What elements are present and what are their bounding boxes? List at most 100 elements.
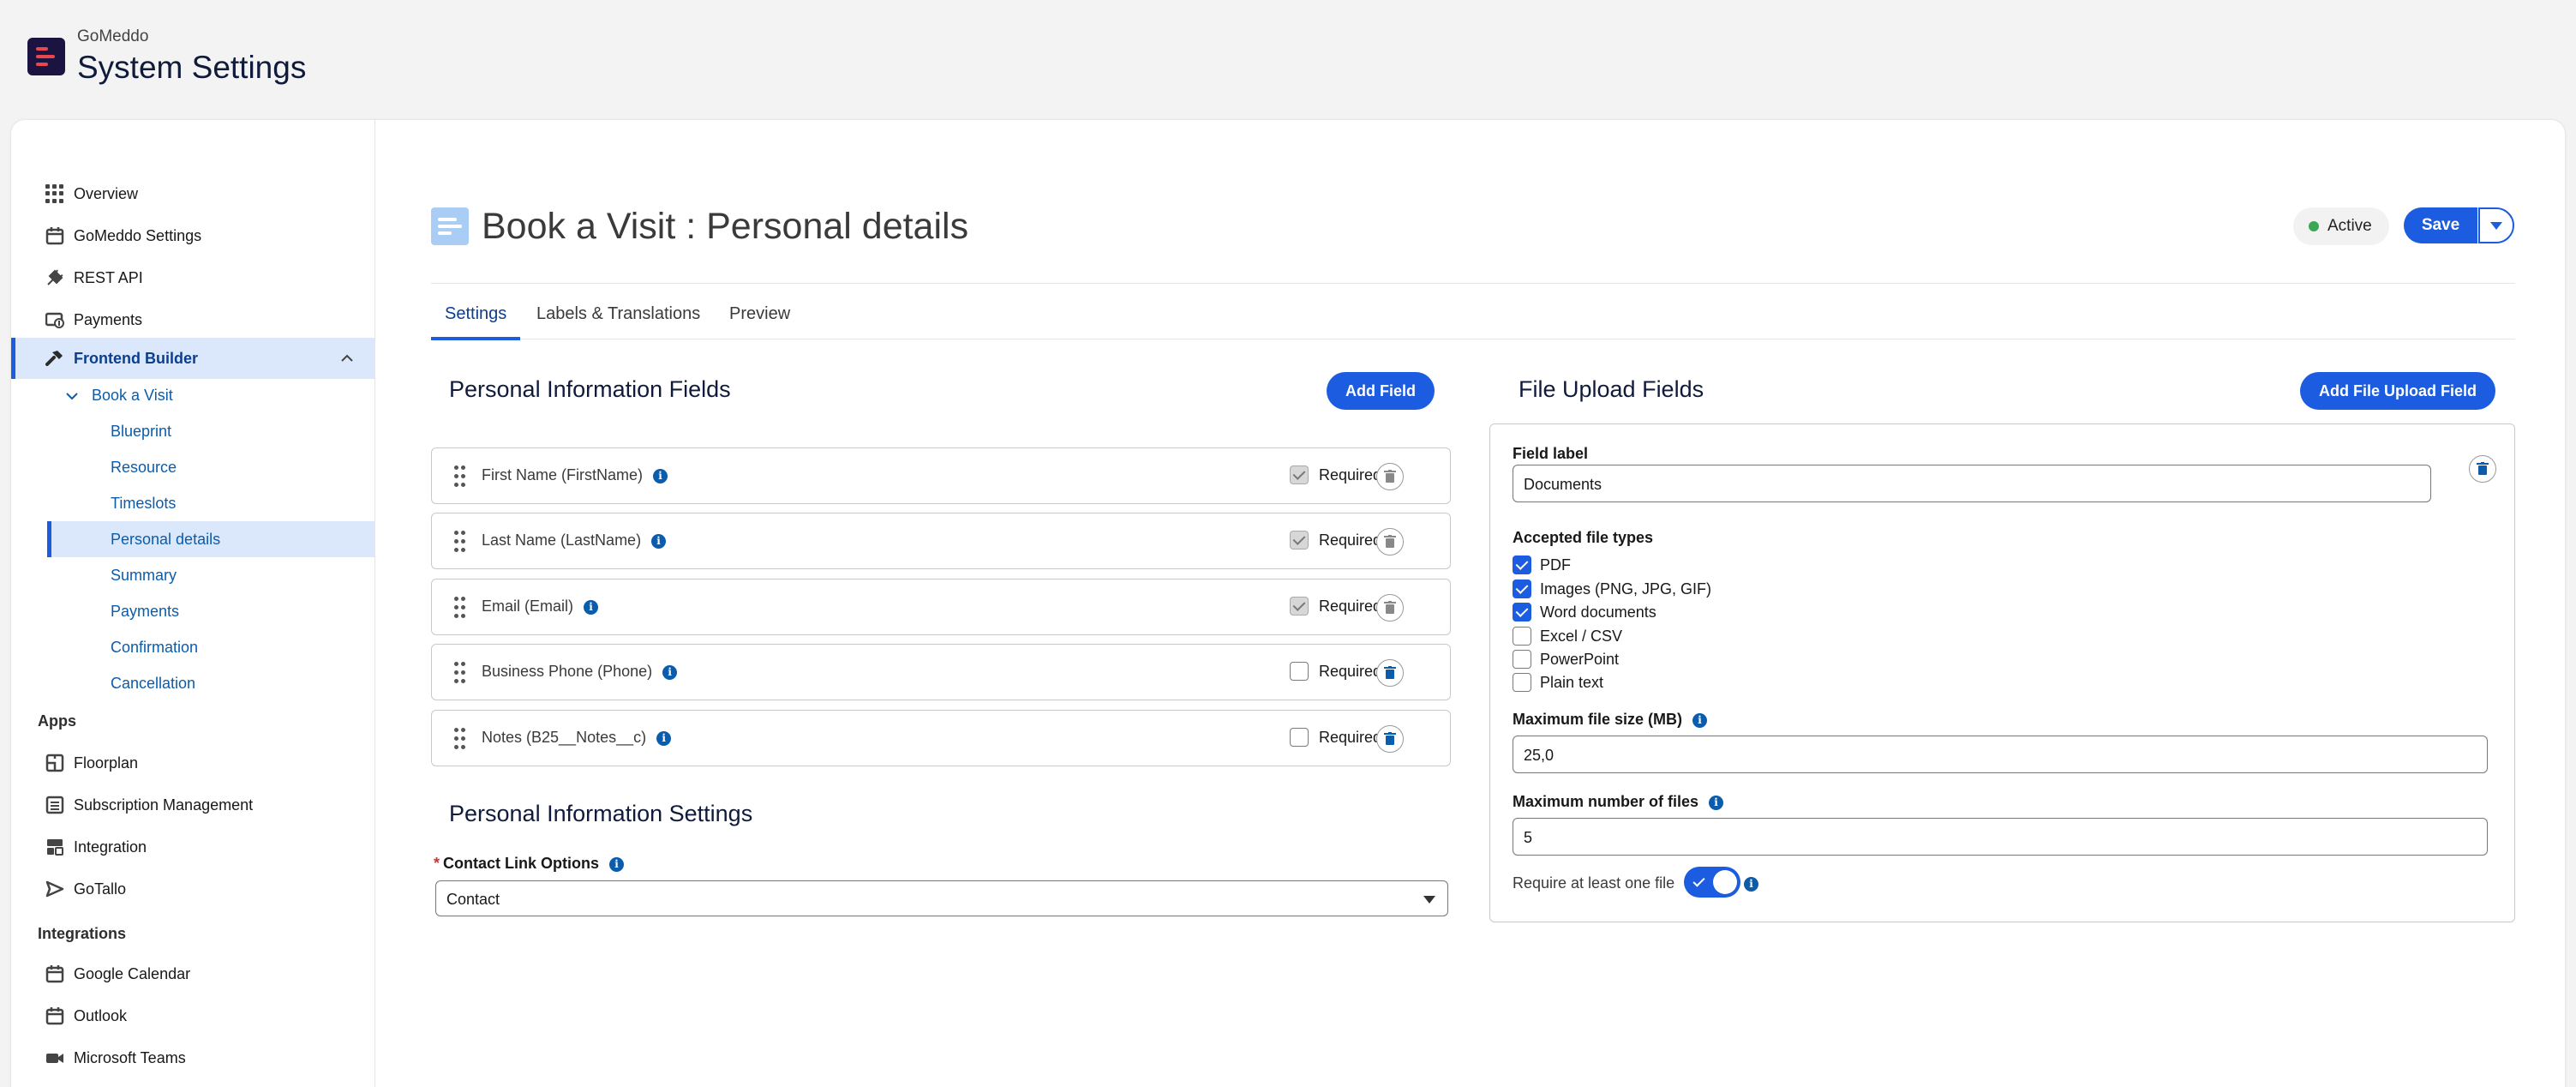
sidebar-item-integration[interactable]: Integration [11,826,375,868]
save-button[interactable]: Save [2404,207,2477,243]
delete-field-button[interactable] [1376,594,1404,622]
required-checkbox[interactable] [1290,531,1309,550]
required-checkbox[interactable] [1290,465,1309,484]
sidebar-item-outlook[interactable]: Outlook [11,995,375,1036]
checkbox[interactable] [1513,580,1531,598]
sidebar-item-blueprint[interactable]: Blueprint [11,413,375,449]
delete-field-button[interactable] [1376,528,1404,556]
sidebar-item-frontend-builder[interactable]: Frontend Builder [11,338,375,379]
contact-link-label: * Contact Link Options i [434,855,625,873]
required-label: Required [1319,531,1382,549]
trash-icon [1384,535,1396,548]
sidebar-item-timeslots[interactable]: Timeslots [11,485,375,521]
tab-labels-translations[interactable]: Labels & Translations [536,288,700,339]
info-icon[interactable]: i [651,533,667,549]
delete-field-button[interactable] [1376,725,1404,753]
checkbox[interactable] [1513,673,1531,692]
checkbox[interactable] [1513,556,1531,574]
chevron-up-icon[interactable] [339,351,355,366]
sidebar-item-payments-sub[interactable]: Payments [11,593,375,629]
delete-upload-field-button[interactable] [2469,455,2496,483]
required-checkbox[interactable] [1290,662,1309,681]
drag-handle-icon[interactable] [454,465,466,488]
sidebar-item-confirmation[interactable]: Confirmation [11,629,375,665]
field-name: Notes (B25__Notes__c) i [482,729,672,747]
required-checkbox[interactable] [1290,597,1309,616]
sidebar-item-payments[interactable]: Payments [11,299,375,340]
sidebar-item-overview[interactable]: Overview [11,173,375,214]
status-badge: Active [2293,207,2389,245]
required-checkbox[interactable] [1290,728,1309,747]
sidebar-item-label: Timeslots [111,494,177,512]
tab-settings[interactable]: Settings [430,288,521,340]
delete-field-button[interactable] [1376,463,1404,490]
add-file-upload-field-button[interactable]: Add File Upload Field [2300,372,2495,410]
required-label: Required [1319,598,1382,615]
tab-preview[interactable]: Preview [729,288,790,339]
contact-link-select[interactable]: Contact [435,880,1448,916]
drag-handle-icon[interactable] [454,728,466,750]
trash-icon [1384,666,1396,679]
info-icon[interactable]: i [609,856,625,872]
status-dot-icon [2309,221,2319,231]
field-name-text: Business Phone (Phone) [482,663,653,680]
info-icon[interactable]: i [584,599,599,615]
file-type-label: PowerPoint [1540,651,1620,668]
info-icon[interactable]: i [1709,795,1724,810]
sidebar-item-cancellation[interactable]: Cancellation [11,665,375,701]
sidebar-item-floorplan[interactable]: Floorplan [11,742,375,784]
tab-bar: Settings Labels & Translations Preview [430,288,2515,340]
sidebar-item-rest-api[interactable]: REST API [11,257,375,298]
max-files-label-text: Maximum number of files [1513,793,1699,810]
sidebar-item-subscription-management[interactable]: Subscription Management [11,784,375,826]
sidebar-item-label: Confirmation [111,638,199,656]
file-type-label: PDF [1540,556,1571,574]
checkbox[interactable] [1513,627,1531,646]
sidebar-item-gomeddo-settings[interactable]: GoMeddo Settings [11,215,375,256]
field-row-phone: Business Phone (Phone) i Required [431,644,1451,700]
divider [431,283,2515,284]
field-row-notes: Notes (B25__Notes__c) i Required [431,710,1451,766]
max-files-label: Maximum number of files i [1513,793,1724,811]
field-label-input[interactable]: Documents [1513,465,2431,502]
drag-handle-icon[interactable] [454,531,466,553]
info-icon[interactable]: i [653,468,668,483]
sidebar: Overview GoMeddo Settings REST API Payme… [11,120,375,1087]
max-files-value: 5 [1524,829,1533,846]
checkbox[interactable] [1513,650,1531,669]
sidebar-item-label: Book a Visit [92,386,173,404]
sidebar-item-resource[interactable]: Resource [11,449,375,485]
trash-icon [1384,470,1396,483]
calendar-icon [45,227,64,245]
save-menu-chevron-down-icon[interactable] [2478,207,2514,243]
require-file-label: Require at least one file [1513,874,1675,892]
sidebar-item-label: Blueprint [111,422,172,440]
floorplan-icon [45,754,64,772]
drag-handle-icon[interactable] [454,597,466,619]
sidebar-item-gotallo[interactable]: GoTallo [11,868,375,910]
drag-handle-icon[interactable] [454,662,466,684]
max-file-size-label-text: Maximum file size (MB) [1513,711,1683,728]
max-file-size-input[interactable]: 25,0 [1513,736,2488,773]
sidebar-item-label: GoTallo [74,880,127,898]
require-file-toggle[interactable] [1684,867,1740,898]
chevron-down-icon[interactable] [65,389,79,403]
sidebar-item-google-calendar[interactable]: Google Calendar [11,953,375,994]
calendar-icon [45,1007,64,1025]
personal-settings-title: Personal Information Settings [449,801,753,826]
sidebar-item-summary[interactable]: Summary [11,557,375,593]
info-icon[interactable]: i [1744,877,1758,892]
sidebar-item-book-a-visit[interactable]: Book a Visit [11,377,375,413]
max-files-input[interactable]: 5 [1513,818,2488,856]
checkbox[interactable] [1513,603,1531,622]
sidebar-item-personal-details[interactable]: Personal details [47,521,375,557]
info-icon[interactable]: i [1692,712,1708,728]
sidebar-item-microsoft-teams[interactable]: Microsoft Teams [11,1037,375,1078]
trash-icon [1384,601,1396,614]
delete-field-button[interactable] [1376,659,1404,687]
sidebar-item-label: Cancellation [111,674,196,692]
grid-icon [45,184,64,203]
info-icon[interactable]: i [656,730,672,746]
info-icon[interactable]: i [662,664,678,680]
add-field-button[interactable]: Add Field [1327,372,1435,410]
